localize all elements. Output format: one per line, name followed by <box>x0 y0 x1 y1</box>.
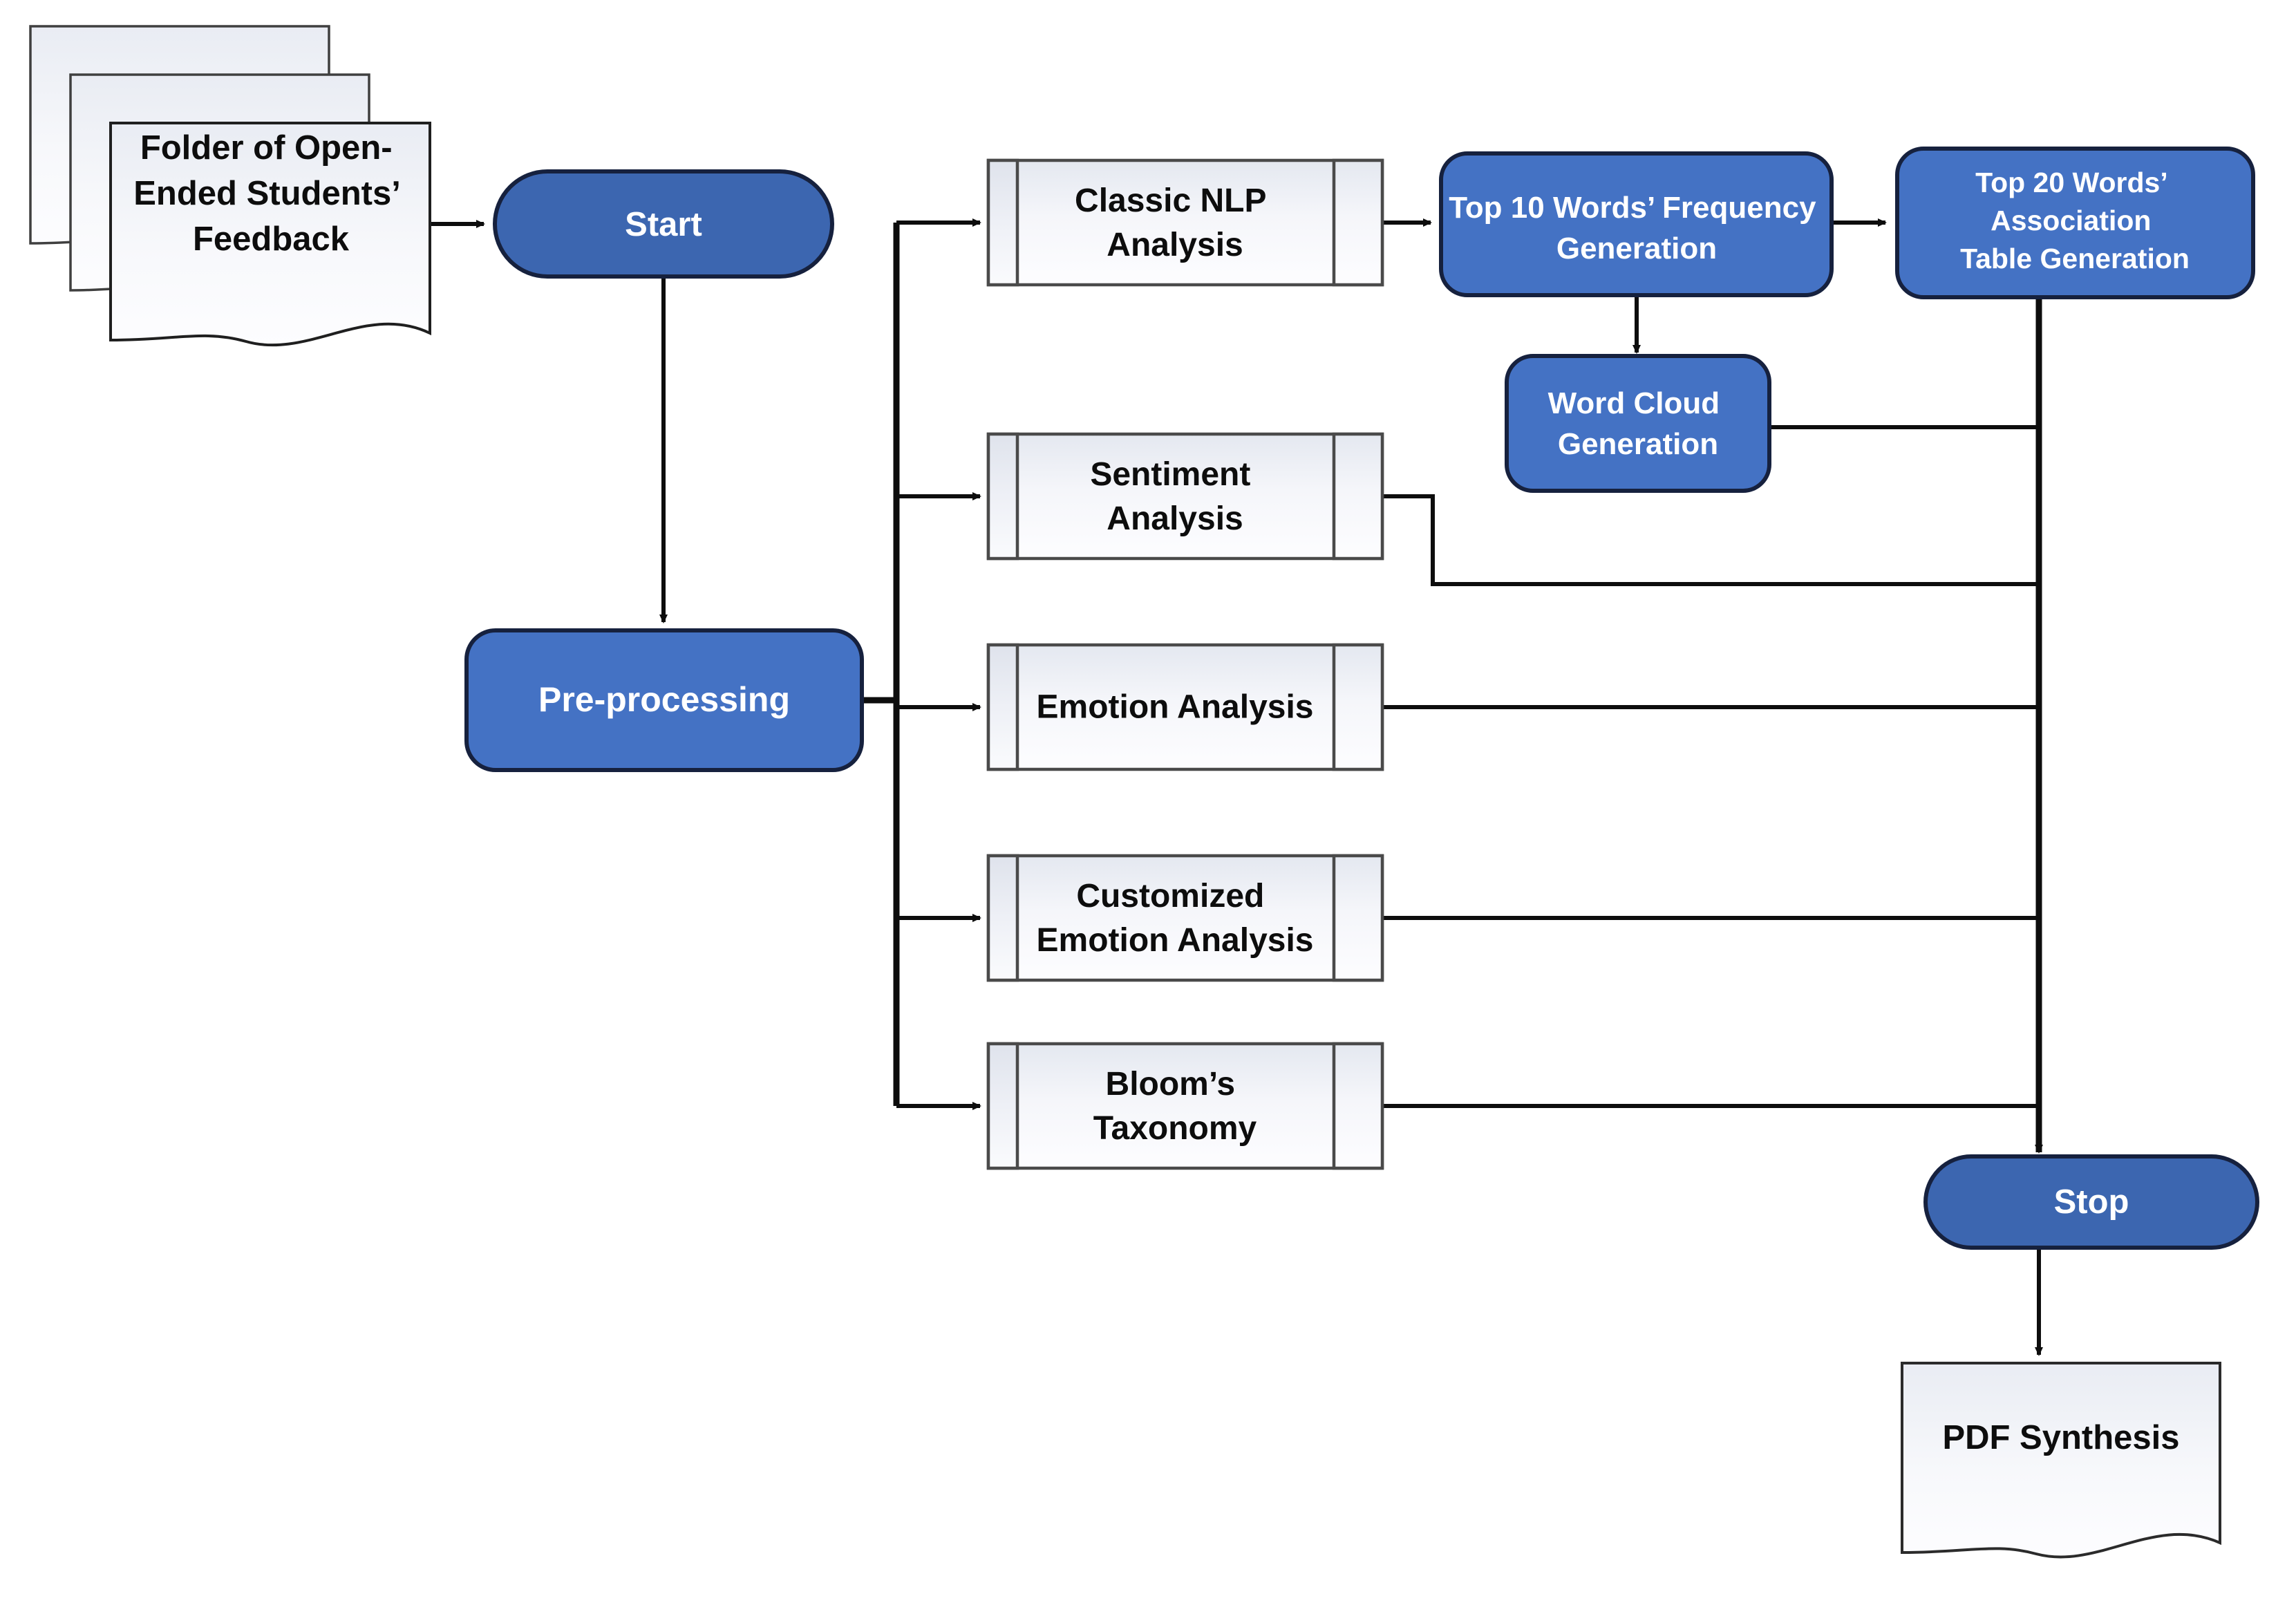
sentiment-left-band <box>986 432 1019 561</box>
input-document-line-0: Folder of Open- <box>140 129 393 167</box>
sentiment-line-0: Sentiment <box>1090 456 1250 493</box>
classic-nlp-left-band <box>986 158 1019 287</box>
node-top10-frequency[interactable]: Top 10 Words’ Frequency Generation <box>1439 151 1834 297</box>
customized-emotion-shape <box>986 854 1384 982</box>
node-input-document[interactable]: Folder of Open- Ended Students’ Feedback <box>29 25 431 347</box>
node-blooms-taxonomy[interactable]: Bloom’s Taxonomy <box>986 1042 1384 1170</box>
customized-emotion-left-band <box>986 854 1019 982</box>
edge-sentiment-to-spine <box>1382 494 2039 586</box>
node-customized-emotion[interactable]: Customized Emotion Analysis <box>986 854 1384 982</box>
node-word-cloud[interactable]: Word Cloud Generation <box>1505 354 1771 493</box>
pdf-synthesis-shape <box>1901 1362 2221 1559</box>
flowchart-svg: Folder of Open- Ended Students’ Feedback… <box>29 25 2259 1559</box>
pdf-synthesis-label: PDF Synthesis <box>1942 1419 2179 1456</box>
top20-association-line-0: Top 20 Words’ <box>1975 167 2166 198</box>
top10-frequency-line-0: Top 10 Words’ Frequency <box>1449 191 1816 225</box>
preprocessing-label: Pre-processing <box>538 680 790 719</box>
top20-association-label: Top 20 Words’ Association Table Generati… <box>1960 167 2190 274</box>
node-emotion[interactable]: Emotion Analysis <box>986 643 1384 771</box>
sentiment-line-1: Analysis <box>1107 500 1243 537</box>
classic-nlp-shape <box>986 158 1384 287</box>
classic-nlp-line-0: Classic NLP <box>1075 182 1266 219</box>
node-start[interactable]: Start <box>493 169 834 279</box>
classic-nlp-line-1: Analysis <box>1107 227 1243 263</box>
sentiment-shape <box>986 432 1384 561</box>
connector-layer <box>430 218 2043 1356</box>
word-cloud-line-0: Word Cloud <box>1548 386 1720 420</box>
word-cloud-shape <box>1505 354 1771 493</box>
input-document-line-2: Feedback <box>193 221 350 258</box>
node-top20-association[interactable]: Top 20 Words’ Association Table Generati… <box>1895 147 2255 299</box>
flowchart-canvas: Folder of Open- Ended Students’ Feedback… <box>0 0 2296 1623</box>
blooms-taxonomy-line-0: Bloom’s <box>1106 1066 1236 1103</box>
emotion-right-band <box>1332 643 1384 771</box>
classic-nlp-right-band <box>1332 158 1384 287</box>
blooms-taxonomy-line-1: Taxonomy <box>1093 1110 1257 1147</box>
blooms-taxonomy-shape <box>986 1042 1384 1170</box>
node-sentiment[interactable]: Sentiment Analysis <box>986 432 1384 561</box>
emotion-label: Emotion Analysis <box>1037 689 1314 726</box>
top20-association-line-2: Table Generation <box>1960 243 2190 274</box>
customized-emotion-right-band <box>1332 854 1384 982</box>
customized-emotion-line-1: Emotion Analysis <box>1037 922 1314 959</box>
emotion-left-band <box>986 643 1019 771</box>
node-classic-nlp[interactable]: Classic NLP Analysis <box>986 158 1384 287</box>
top10-frequency-line-1: Generation <box>1556 232 1717 265</box>
word-cloud-line-1: Generation <box>1558 427 1718 461</box>
customized-emotion-line-0: Customized <box>1076 878 1264 914</box>
blooms-taxonomy-left-band <box>986 1042 1019 1170</box>
start-label: Start <box>625 206 702 243</box>
stop-label: Stop <box>2054 1183 2129 1221</box>
node-preprocessing[interactable]: Pre-processing <box>464 628 864 772</box>
sentiment-right-band <box>1332 432 1384 561</box>
blooms-taxonomy-right-band <box>1332 1042 1384 1170</box>
input-document-line-1: Ended Students’ <box>133 175 399 212</box>
node-pdf-synthesis[interactable]: PDF Synthesis <box>1901 1362 2221 1559</box>
top20-association-line-1: Association <box>1991 205 2151 236</box>
node-stop[interactable]: Stop <box>1923 1154 2259 1250</box>
